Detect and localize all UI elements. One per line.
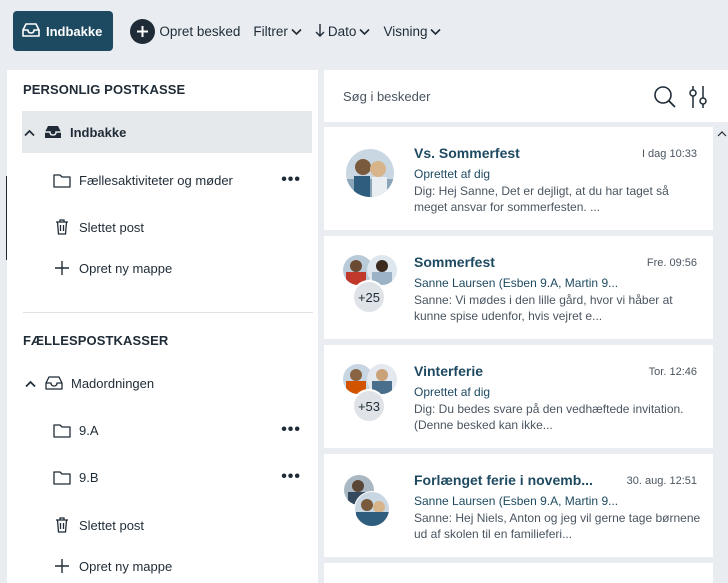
date-label: Dato — [327, 23, 357, 39]
sidebar-item-folder-activities[interactable]: Fællesaktiviteter og møder ••• — [23, 159, 311, 201]
chevron-up-icon — [25, 376, 37, 391]
message-title: Forlænget ferie i novemb... — [414, 472, 593, 488]
message-title: Vs. Sommerfest — [414, 145, 520, 161]
sidebar-item-create-folder[interactable]: Opret ny mappe — [23, 247, 311, 289]
new-message-label: Opret besked — [159, 23, 241, 39]
inbox-tray-icon — [21, 22, 41, 41]
scroll-up-arrow-icon[interactable] — [716, 129, 728, 139]
sidebar-item-folder-9b[interactable]: 9.B ••• — [23, 456, 311, 498]
inbox-button[interactable]: Indbakke — [13, 11, 114, 51]
chevron-down-icon — [291, 24, 302, 39]
message-item[interactable]: +53 Vinterferie Tor. 12:46 Oprettet af d… — [324, 345, 713, 448]
folder-icon — [51, 423, 73, 438]
message-preview: Dig: Du bedes svare på den vedhæftede in… — [414, 402, 684, 432]
sidebar-item-label: Madordningen — [71, 375, 155, 391]
sidebar-item-shared-create-folder[interactable]: Opret ny mappe — [23, 545, 311, 583]
plus-circle-icon — [130, 18, 156, 44]
avatar — [346, 149, 394, 197]
message-item[interactable]: +25 Sommerfest Fre. 09:56 Sanne Laursen … — [324, 236, 713, 339]
sidebar-item-folder-9a[interactable]: 9.A ••• — [23, 409, 311, 451]
arrow-down-icon — [315, 23, 325, 40]
mailbox-sidebar: PERSONLIG POSTKASSE Indbakke Fællesaktiv… — [7, 70, 318, 583]
sidebar-divider — [23, 312, 313, 313]
more-options-icon[interactable]: ••• — [281, 468, 301, 486]
inbox-button-label: Indbakke — [46, 23, 103, 39]
search-icon[interactable] — [653, 85, 677, 114]
sidebar-item-label: 9.B — [79, 469, 99, 485]
avatar-group: +53 — [342, 361, 402, 423]
sidebar-item-label: Slettet post — [79, 517, 145, 533]
chevron-down-icon — [359, 24, 371, 39]
message-title: Vinterferie — [414, 363, 483, 379]
filter-label: Filtrer — [253, 23, 288, 39]
message-sender: Oprettet af dig — [414, 385, 491, 399]
trash-icon — [51, 219, 73, 235]
sidebar-item-label: Opret ny mappe — [79, 260, 173, 276]
inbox-tray-icon — [43, 375, 65, 391]
folder-icon — [51, 173, 73, 188]
sidebar-item-label: Slettet post — [79, 219, 145, 235]
message-item[interactable]: Vs. Sommerfest I dag 10:33 Oprettet af d… — [324, 127, 713, 230]
message-preview: Sanne: Hej Niels, Anton og jeg vil gerne… — [414, 511, 701, 541]
message-time: Fre. 09:56 — [646, 257, 697, 269]
sidebar-item-madordningen[interactable]: Madordningen — [23, 362, 311, 404]
avatar-group: +25 — [342, 252, 402, 314]
sidebar-item-label: Opret ny mappe — [79, 558, 173, 574]
message-sender: Sanne Laursen (Esben 9.A, Martin 9... — [414, 276, 619, 290]
message-time: 30. aug. 12:51 — [626, 475, 697, 487]
sort-date-dropdown[interactable]: Dato — [315, 23, 371, 40]
message-preview: Sanne: Vi mødes i den lille gård, hvor v… — [414, 293, 673, 323]
folder-icon — [51, 470, 73, 485]
toolbar: Indbakke Opret besked Filtrer Dato Visni… — [0, 0, 728, 62]
message-search-bar — [324, 70, 728, 122]
message-sender: Sanne Laursen (Esben 9.A, Martin 9... — [414, 494, 619, 508]
sidebar-item-label: 9.A — [79, 422, 99, 438]
trash-icon — [51, 517, 73, 533]
search-input[interactable] — [343, 88, 623, 104]
plus-icon — [51, 261, 73, 275]
view-label: Visning — [383, 23, 428, 39]
personal-mailbox-title: PERSONLIG POSTKASSE — [23, 82, 186, 97]
more-options-icon[interactable]: ••• — [281, 421, 301, 439]
new-message-button[interactable]: Opret besked — [130, 18, 241, 44]
sidebar-item-label: Fællesaktiviteter og møder — [79, 172, 233, 188]
inbox-filled-icon — [42, 124, 64, 140]
participants-badge: +25 — [352, 280, 386, 314]
message-list-scrollbar[interactable] — [716, 125, 728, 583]
view-dropdown[interactable]: Visning — [383, 23, 442, 39]
chevron-down-icon — [430, 24, 442, 39]
message-time: I dag 10:33 — [641, 148, 697, 160]
plus-icon — [51, 559, 73, 573]
message-sender: Oprettet af dig — [414, 167, 491, 181]
message-time: Tor. 12:46 — [648, 366, 697, 378]
message-item[interactable] — [324, 563, 713, 583]
avatar-group — [342, 472, 402, 532]
filter-settings-icon[interactable] — [688, 84, 708, 115]
filter-dropdown[interactable]: Filtrer — [253, 24, 302, 39]
message-item[interactable]: Forlænget ferie i novemb... 30. aug. 12:… — [324, 454, 713, 557]
sidebar-item-label: Indbakke — [70, 124, 127, 140]
participants-badge: +53 — [352, 389, 386, 423]
message-preview: Dig: Hej Sanne, Det er dejligt, at du ha… — [414, 184, 669, 214]
sidebar-item-shared-deleted[interactable]: Slettet post — [23, 504, 311, 546]
message-title: Sommerfest — [414, 254, 495, 270]
sidebar-item-deleted[interactable]: Slettet post — [23, 206, 311, 248]
shared-mailboxes-title: FÆLLESPOSTKASSER — [23, 333, 169, 348]
sidebar-item-inbox[interactable]: Indbakke — [22, 111, 312, 153]
chevron-up-icon — [24, 125, 36, 140]
more-options-icon[interactable]: ••• — [281, 171, 301, 189]
